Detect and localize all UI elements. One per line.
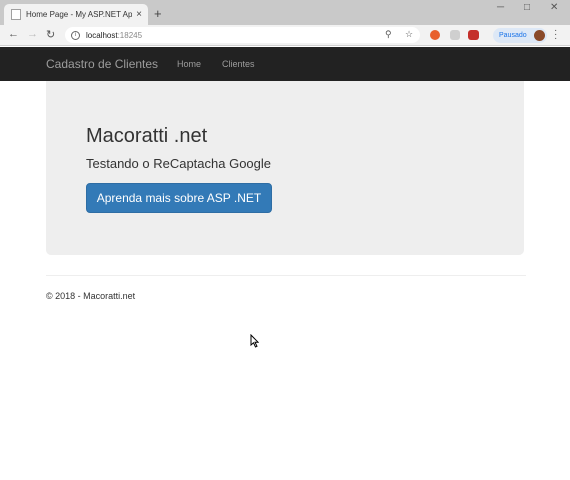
navbar-brand[interactable]: Cadastro de Clientes	[46, 57, 158, 71]
tab-title: Home Page - My ASP.NET Appli	[26, 10, 133, 19]
avatar	[534, 30, 545, 41]
extension-icon[interactable]	[450, 30, 460, 40]
divider	[46, 275, 526, 276]
site-navbar: Cadastro de Clientes Home Clientes	[0, 47, 570, 81]
extension-icon[interactable]	[430, 30, 440, 40]
bookmark-star-icon[interactable]: ☆	[405, 29, 413, 40]
page-title: Macoratti .net	[86, 125, 208, 147]
jumbotron: Macoratti .net Testando o ReCaptacha Goo…	[46, 81, 524, 255]
page-icon	[11, 9, 21, 20]
extension-icon[interactable]	[468, 30, 479, 40]
new-tab-button[interactable]: +	[154, 6, 162, 21]
maximize-icon[interactable]: □	[524, 2, 530, 13]
nav-link-clientes[interactable]: Clientes	[222, 59, 255, 69]
url-port: :18245	[117, 30, 143, 40]
footer-text: © 2018 - Macoratti.net	[46, 291, 136, 301]
mouse-pointer-icon	[250, 334, 259, 348]
url-host: localhost	[86, 30, 118, 40]
learn-more-button[interactable]: Aprenda mais sobre ASP .NET	[86, 183, 272, 213]
address-bar[interactable]: i localhost:18245	[65, 27, 420, 43]
browser-tabstrip: Home Page - My ASP.NET Appli × + ─ □ ✕	[0, 0, 570, 25]
browser-tab[interactable]: Home Page - My ASP.NET Appli ×	[4, 4, 148, 25]
reload-icon[interactable]: ↻	[46, 28, 55, 41]
browser-toolbar: ← → ↻ i localhost:18245 ⚲ ☆ Pausado · · ·	[0, 25, 570, 46]
minimize-icon[interactable]: ─	[497, 2, 504, 13]
page-subtitle: Testando o ReCaptacha Google	[86, 156, 272, 171]
info-icon[interactable]: i	[71, 30, 80, 40]
profile-button[interactable]: Pausado	[493, 28, 547, 43]
window-close-icon[interactable]: ✕	[550, 2, 558, 13]
back-icon[interactable]: ←	[8, 28, 19, 40]
profile-status: Pausado	[499, 32, 527, 39]
forward-icon[interactable]: →	[27, 28, 38, 40]
menu-icon[interactable]: · · ·	[554, 26, 557, 44]
close-tab-icon[interactable]: ×	[136, 9, 142, 20]
nav-link-home[interactable]: Home	[177, 59, 201, 69]
zoom-icon[interactable]: ⚲	[385, 29, 392, 40]
